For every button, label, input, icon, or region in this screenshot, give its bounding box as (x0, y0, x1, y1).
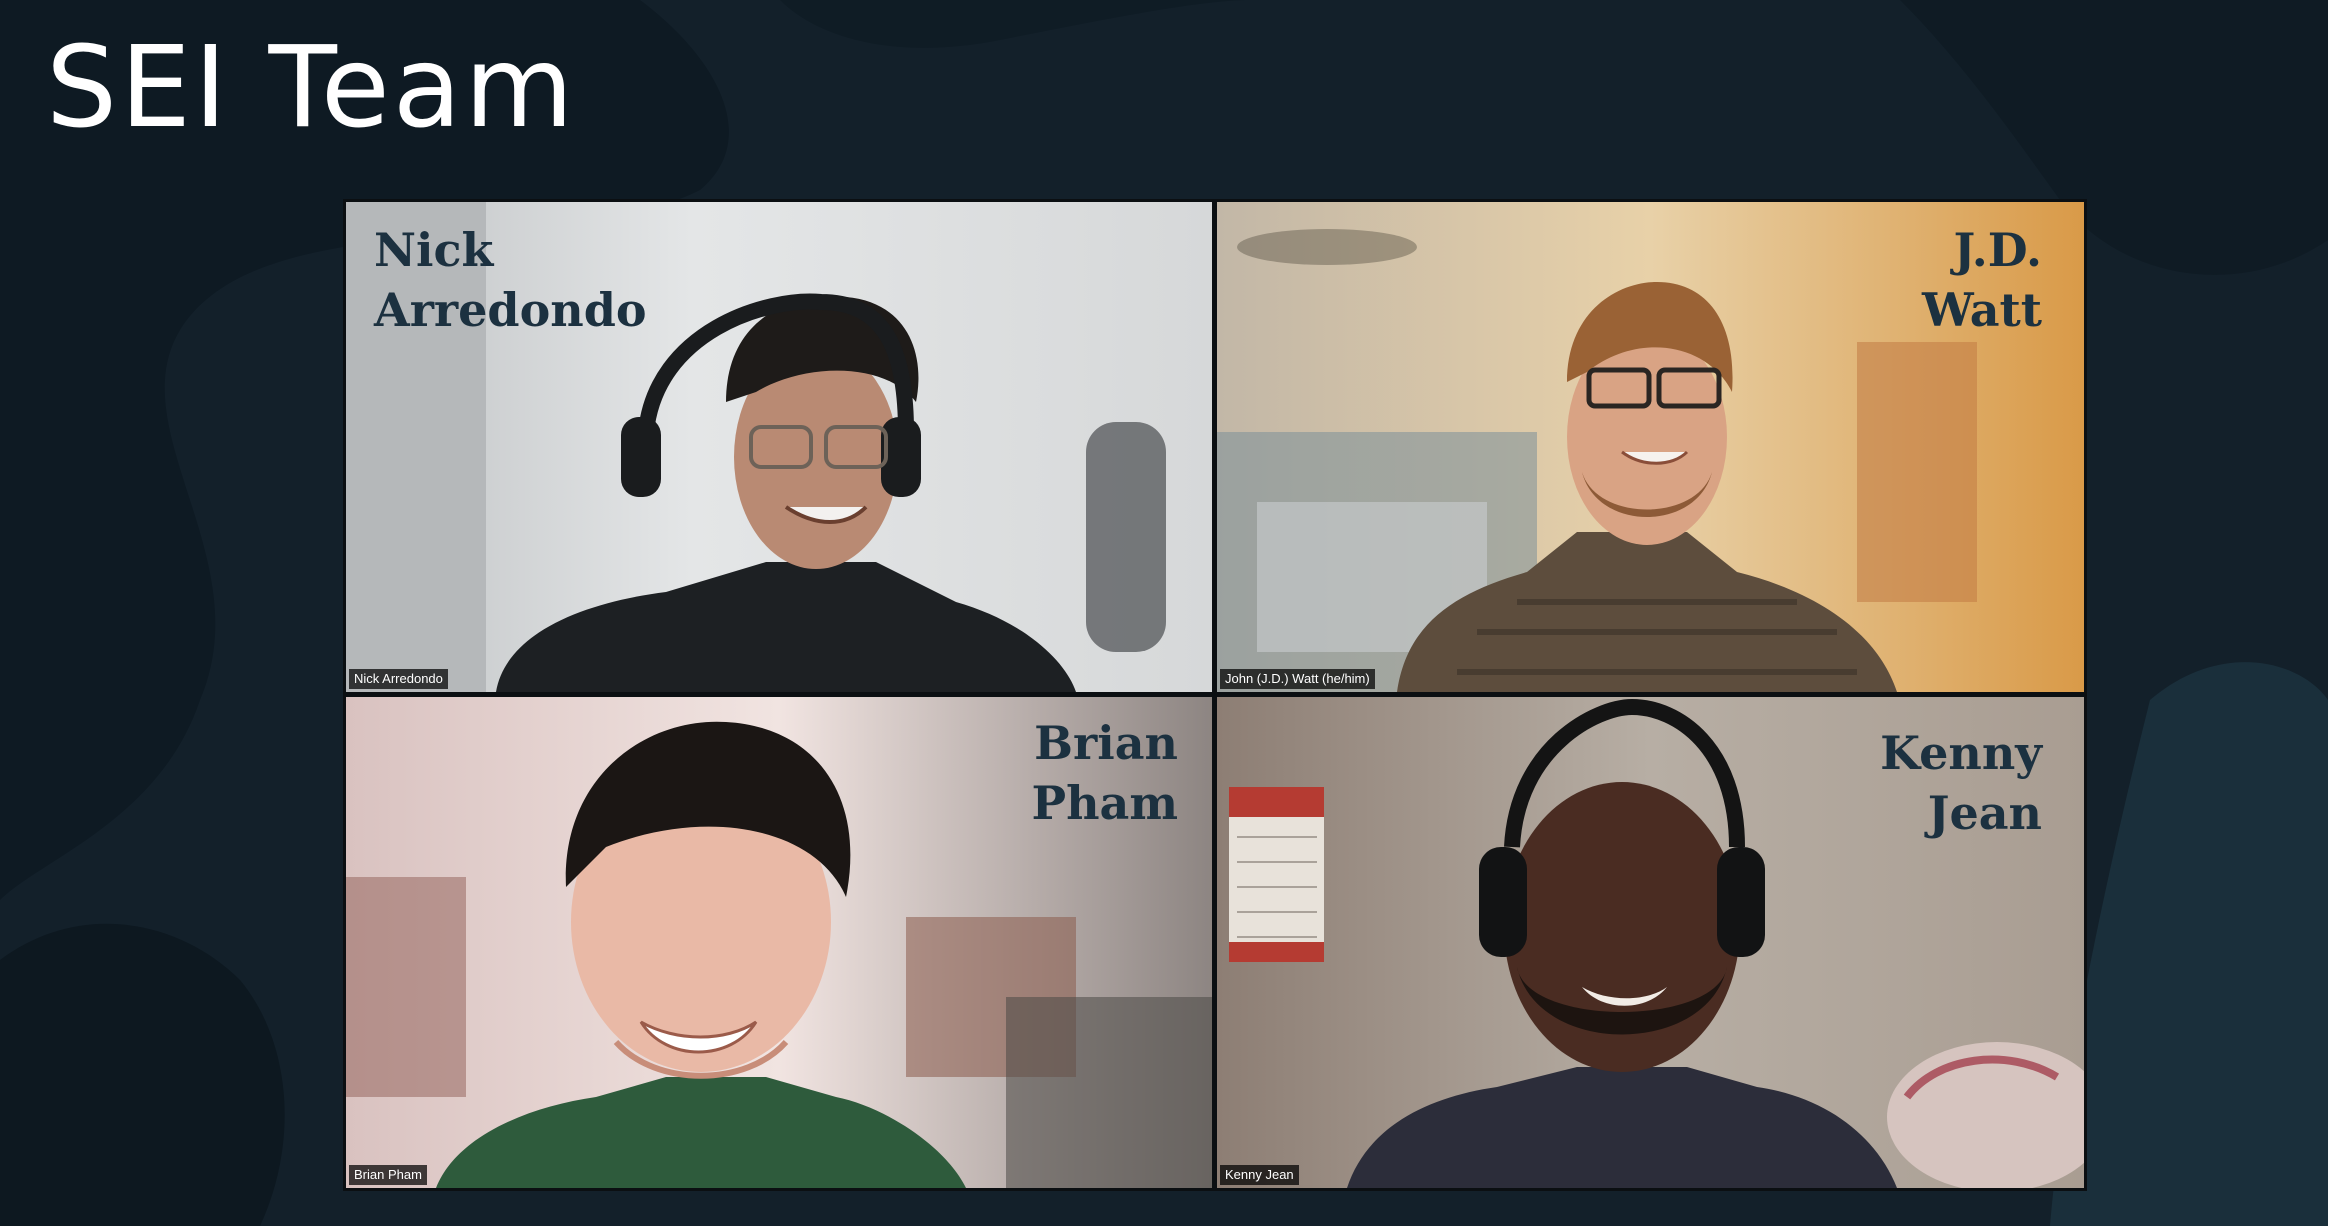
overlay-last-name: Watt (1922, 283, 2042, 337)
video-tile-brian[interactable]: Brian Pham Brian Pham (346, 697, 1212, 1188)
overlay-first-name: Kenny (1880, 726, 2042, 780)
page-title: SEI Team (46, 23, 577, 153)
overlay-last-name: Jean (1927, 786, 2042, 840)
overlay-first-name: Brian (1034, 716, 1178, 770)
participant-overlay-name: Brian Pham (1031, 713, 1178, 833)
overlay-first-name: J.D. (1953, 223, 2042, 277)
participant-name-label: Kenny Jean (1220, 1165, 1299, 1185)
overlay-last-name: Arredondo (374, 283, 647, 337)
participant-name-label: Nick Arredondo (349, 669, 448, 689)
participant-overlay-name: Kenny Jean (1880, 723, 2042, 843)
video-tile-nick[interactable]: Nick Arredondo Nick Arredondo (346, 202, 1212, 692)
participant-overlay-name: J.D. Watt (1922, 220, 2042, 340)
video-grid: Nick Arredondo Nick Arredondo J.D. Watt … (343, 199, 2087, 1191)
participant-name-label: Brian Pham (349, 1165, 427, 1185)
video-tile-jd[interactable]: J.D. Watt John (J.D.) Watt (he/him) (1217, 202, 2084, 692)
overlay-first-name: Nick (374, 223, 494, 277)
video-tile-kenny[interactable]: Kenny Jean Kenny Jean (1217, 697, 2084, 1188)
overlay-last-name: Pham (1031, 776, 1178, 830)
participant-name-label: John (J.D.) Watt (he/him) (1220, 669, 1375, 689)
participant-overlay-name: Nick Arredondo (374, 220, 647, 340)
